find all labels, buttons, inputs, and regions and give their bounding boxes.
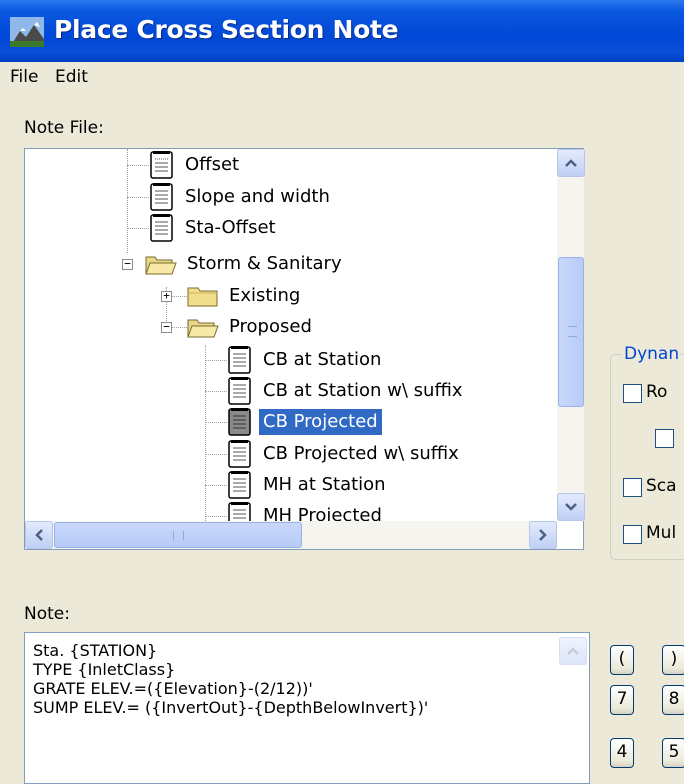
tree-item-existing[interactable]: Existing xyxy=(187,281,304,311)
checkbox-label: Sca xyxy=(646,476,677,496)
key-4[interactable]: 4 xyxy=(610,738,634,768)
document-icon xyxy=(228,471,251,499)
note-line: TYPE {InletClass} xyxy=(33,660,176,679)
key-close-paren[interactable]: ) xyxy=(662,645,684,675)
tree-item-label: Proposed xyxy=(229,316,312,337)
key-8[interactable]: 8 xyxy=(662,685,684,715)
scroll-up-button[interactable] xyxy=(557,149,585,177)
tree-item-storm-sanitary[interactable]: Storm & Sanitary xyxy=(145,249,346,279)
tree-item-label: CB Projected xyxy=(259,409,382,435)
note-file-tree[interactable]: Offset Slope and width Sta-Offset − Stor… xyxy=(24,148,585,550)
key-5[interactable]: 5 xyxy=(662,738,684,768)
note-line: GRATE ELEV.=({Elevation}-(2/12))' xyxy=(33,679,313,698)
checkbox-ro[interactable] xyxy=(623,384,642,403)
chevron-down-icon xyxy=(565,503,577,511)
document-icon xyxy=(150,183,173,211)
tree-item-cb-projected-suffix[interactable]: CB Projected w\ suffix xyxy=(227,439,463,469)
document-icon xyxy=(228,346,251,374)
menu-file[interactable]: File xyxy=(10,67,38,87)
document-icon xyxy=(150,151,173,179)
chevron-right-icon xyxy=(539,529,547,541)
tree-item-label: MH Projected xyxy=(263,505,382,521)
chevron-left-icon xyxy=(35,529,43,541)
horizontal-scrollbar[interactable] xyxy=(25,521,557,549)
chevron-up-icon xyxy=(567,647,579,655)
note-line: Sta. {STATION} xyxy=(33,641,158,660)
tree-item-cb-at-station[interactable]: CB at Station xyxy=(227,345,385,375)
title-bar: Place Cross Section Note xyxy=(0,0,684,62)
tree-item-label: Storm & Sanitary xyxy=(187,253,342,274)
tree-item-mh-projected[interactable]: MH Projected xyxy=(227,501,386,521)
document-icon xyxy=(150,214,173,242)
scroll-right-button[interactable] xyxy=(529,521,557,549)
folder-open-icon xyxy=(145,256,177,275)
expand-toggle[interactable]: + xyxy=(161,290,172,302)
tree-item-offset[interactable]: Offset xyxy=(149,150,243,180)
tree-item-label: CB at Station xyxy=(263,349,382,370)
tree-item-label: CB at Station w\ suffix xyxy=(263,380,463,401)
window-title: Place Cross Section Note xyxy=(54,15,399,44)
document-icon xyxy=(228,408,251,436)
tree-item-label: CB Projected w\ suffix xyxy=(263,443,459,464)
folder-open-icon xyxy=(187,319,219,338)
collapse-toggle[interactable]: − xyxy=(161,321,172,333)
key-7[interactable]: 7 xyxy=(610,685,634,715)
document-icon xyxy=(228,440,251,468)
app-icon xyxy=(10,17,44,47)
menu-bar: File Edit xyxy=(0,62,684,92)
note-label: Note: xyxy=(24,604,70,624)
key-open-paren[interactable]: ( xyxy=(610,645,634,675)
tree-item-label: Slope and width xyxy=(185,186,330,207)
scroll-thumb[interactable] xyxy=(558,257,584,407)
checkbox-mul[interactable] xyxy=(623,525,642,544)
scroll-down-button[interactable] xyxy=(557,493,585,521)
menu-edit[interactable]: Edit xyxy=(55,67,88,87)
document-icon xyxy=(228,377,251,405)
scroll-thumb[interactable] xyxy=(54,522,302,548)
tree-item-mh-at-station[interactable]: MH at Station xyxy=(227,470,390,500)
note-textarea[interactable]: Sta. {STATION} TYPE {InletClass} GRATE E… xyxy=(24,632,590,784)
scroll-left-button[interactable] xyxy=(25,521,53,549)
tree-item-slope-and-width[interactable]: Slope and width xyxy=(149,182,334,212)
dynamic-group-title: Dynan xyxy=(622,344,682,364)
tree-item-label: MH at Station xyxy=(263,474,386,495)
tree-item-sta-offset[interactable]: Sta-Offset xyxy=(149,213,280,243)
checkbox-label: Ro xyxy=(646,382,668,402)
tree-item-proposed[interactable]: Proposed xyxy=(187,312,316,342)
note-line: SUMP ELEV.= ({InvertOut}-{DepthBelowInve… xyxy=(33,698,429,717)
tree-item-label: Existing xyxy=(229,285,301,306)
tree-item-label: Sta-Offset xyxy=(185,217,276,238)
chevron-up-icon xyxy=(565,159,577,167)
checkbox-sca[interactable] xyxy=(623,478,642,497)
vertical-scrollbar[interactable] xyxy=(557,149,585,521)
tree-item-label: Offset xyxy=(185,154,240,175)
note-file-label: Note File: xyxy=(24,118,104,138)
tree-item-cb-projected[interactable]: CB Projected xyxy=(227,407,382,437)
document-icon xyxy=(228,502,251,521)
folder-icon xyxy=(187,287,218,307)
tree-item-cb-at-station-suffix[interactable]: CB at Station w\ suffix xyxy=(227,376,467,406)
checkbox-label: Mul xyxy=(646,523,677,543)
checkbox-option[interactable] xyxy=(655,429,674,448)
collapse-toggle[interactable]: − xyxy=(122,258,133,270)
note-scroll-up-button[interactable] xyxy=(559,637,587,665)
